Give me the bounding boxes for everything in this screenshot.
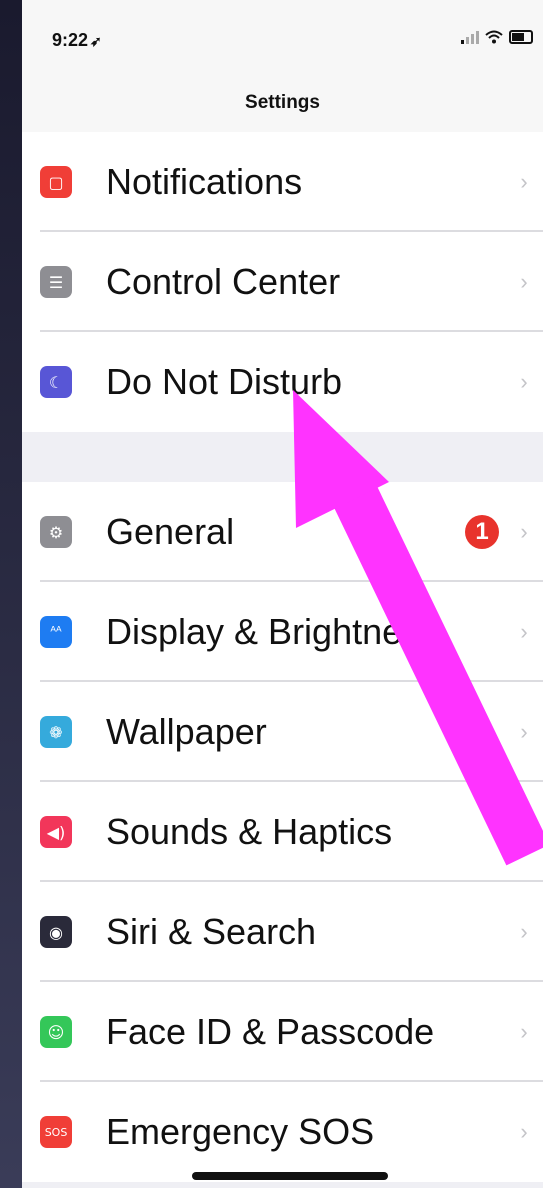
arrow-shaft: [323, 464, 543, 866]
annotation-arrow: [293, 390, 543, 866]
